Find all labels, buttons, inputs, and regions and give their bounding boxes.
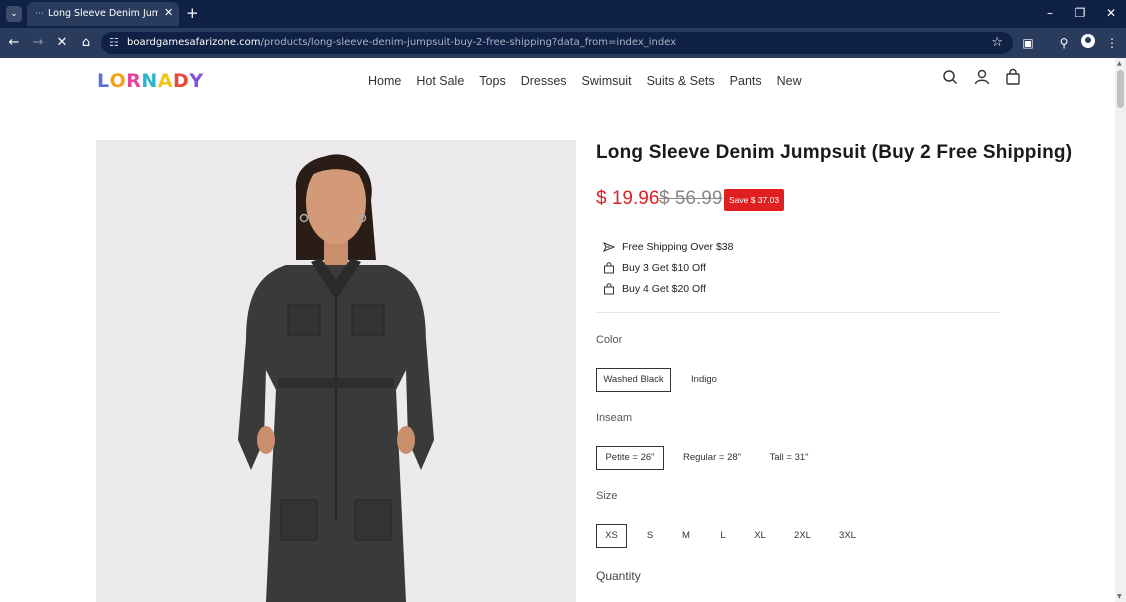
size-label: Size <box>596 490 618 502</box>
store-logo[interactable]: LORNADY <box>97 70 204 92</box>
product-title: Long Sleeve Denim Jumpsuit (Buy 2 Free S… <box>596 142 1073 163</box>
size-option-3xl[interactable]: 3XL <box>832 524 863 548</box>
size-option-2xl[interactable]: 2XL <box>787 524 818 548</box>
nav-tops[interactable]: Tops <box>479 71 505 91</box>
tab-close-icon[interactable]: ✕ <box>164 6 173 20</box>
menu-icon[interactable]: ⋮ <box>1103 34 1121 52</box>
nav-suits-sets[interactable]: Suits & Sets <box>647 71 715 91</box>
inseam-label: Inseam <box>596 412 633 424</box>
browser-toolbar: ← → ✕ ⌂ ☷ boardgamesafarizone.com/produc… <box>0 28 1126 58</box>
lab-icon[interactable]: ⚲ <box>1055 34 1073 52</box>
address-bar[interactable]: ☷ boardgamesafarizone.com/products/long-… <box>101 32 1013 54</box>
nav-dresses[interactable]: Dresses <box>521 71 567 91</box>
scrollbar-thumb[interactable] <box>1117 70 1124 108</box>
search-icon[interactable] <box>941 68 959 86</box>
nav-hot-sale[interactable]: Hot Sale <box>416 71 464 91</box>
logo-letter: Y <box>189 70 204 92</box>
browser-tab[interactable]: ⋯ Long Sleeve Denim Jumpsuit (B ✕ <box>27 2 179 26</box>
quantity-label: Quantity <box>596 569 641 583</box>
scroll-up-icon[interactable]: ▲ <box>1117 60 1122 67</box>
logo-letter: L <box>97 70 110 92</box>
main-navigation: Home Hot Sale Tops Dresses Swimsuit Suits & S… <box>368 71 817 91</box>
url-text: boardgamesafarizone.com/products/long-sl… <box>127 37 677 48</box>
divider <box>596 312 1000 313</box>
size-option-xl[interactable]: XL <box>746 524 774 548</box>
home-icon[interactable]: ⌂ <box>78 34 94 52</box>
perk-buy-4: Buy 4 Get $20 Off <box>603 282 706 296</box>
logo-letter: O <box>109 70 127 92</box>
nav-new[interactable]: New <box>777 71 802 91</box>
bookmark-star-icon[interactable]: ☆ <box>991 35 1003 51</box>
inseam-option-regular[interactable]: Regular = 28" <box>677 446 747 470</box>
bag-icon <box>604 283 614 295</box>
product-image[interactable] <box>96 140 576 602</box>
save-badge: Save $ 37.03 <box>724 189 785 211</box>
loading-favicon-icon: ⋯ <box>35 9 44 19</box>
minimize-icon[interactable]: – <box>1042 5 1058 21</box>
inseam-option-tall[interactable]: Tall = 31" <box>762 446 816 470</box>
page-scrollbar[interactable]: ▲ ▼ <box>1115 58 1126 602</box>
logo-letter: R <box>126 70 142 92</box>
nav-pants[interactable]: Pants <box>730 71 762 91</box>
restore-icon[interactable]: ❐ <box>1072 5 1088 21</box>
forward-icon[interactable]: → <box>30 34 46 52</box>
tab-search-icon[interactable]: ⌄ <box>6 6 22 22</box>
stop-loading-icon[interactable]: ✕ <box>54 34 70 52</box>
cart-bag-icon[interactable] <box>1004 68 1022 86</box>
color-option-washed-black[interactable]: Washed Black <box>596 368 671 392</box>
logo-letter: D <box>173 70 190 92</box>
bag-icon <box>604 262 614 274</box>
size-option-l[interactable]: L <box>711 524 735 548</box>
new-tab-icon[interactable]: + <box>186 4 199 22</box>
perk-buy-3: Buy 3 Get $10 Off <box>603 261 706 275</box>
original-price: $ 56.99 <box>659 188 723 209</box>
account-icon[interactable] <box>973 68 991 86</box>
nav-home[interactable]: Home <box>368 71 401 91</box>
color-label: Color <box>596 334 623 346</box>
model-in-jumpsuit-image <box>96 140 576 602</box>
shipping-icon <box>603 242 615 252</box>
nav-swimsuit[interactable]: Swimsuit <box>582 71 632 91</box>
sale-price: $ 19.96 <box>596 188 660 209</box>
window-close-icon[interactable]: ✕ <box>1103 5 1119 21</box>
web-page: LORNADY Home Hot Sale Tops Dresses Swimsuit S… <box>0 58 1115 602</box>
logo-letter: N <box>141 70 158 92</box>
profile-avatar-icon[interactable] <box>1081 34 1095 48</box>
size-option-xs[interactable]: XS <box>596 524 627 548</box>
logo-letter: A <box>157 70 174 92</box>
size-option-m[interactable]: M <box>674 524 698 548</box>
site-info-icon[interactable]: ☷ <box>109 35 119 51</box>
browser-tab-bar: ⌄ ⋯ Long Sleeve Denim Jumpsuit (B ✕ + – … <box>0 0 1126 28</box>
back-icon[interactable]: ← <box>6 34 22 52</box>
scroll-down-icon[interactable]: ▼ <box>1117 593 1122 600</box>
size-option-s[interactable]: S <box>638 524 662 548</box>
inseam-option-petite[interactable]: Petite = 26" <box>596 446 664 470</box>
extensions-icon[interactable]: ▣ <box>1019 34 1037 52</box>
color-option-indigo[interactable]: Indigo <box>681 368 727 392</box>
tab-title: Long Sleeve Denim Jumpsuit (B <box>48 8 158 19</box>
perk-free-shipping: Free Shipping Over $38 <box>603 240 733 254</box>
